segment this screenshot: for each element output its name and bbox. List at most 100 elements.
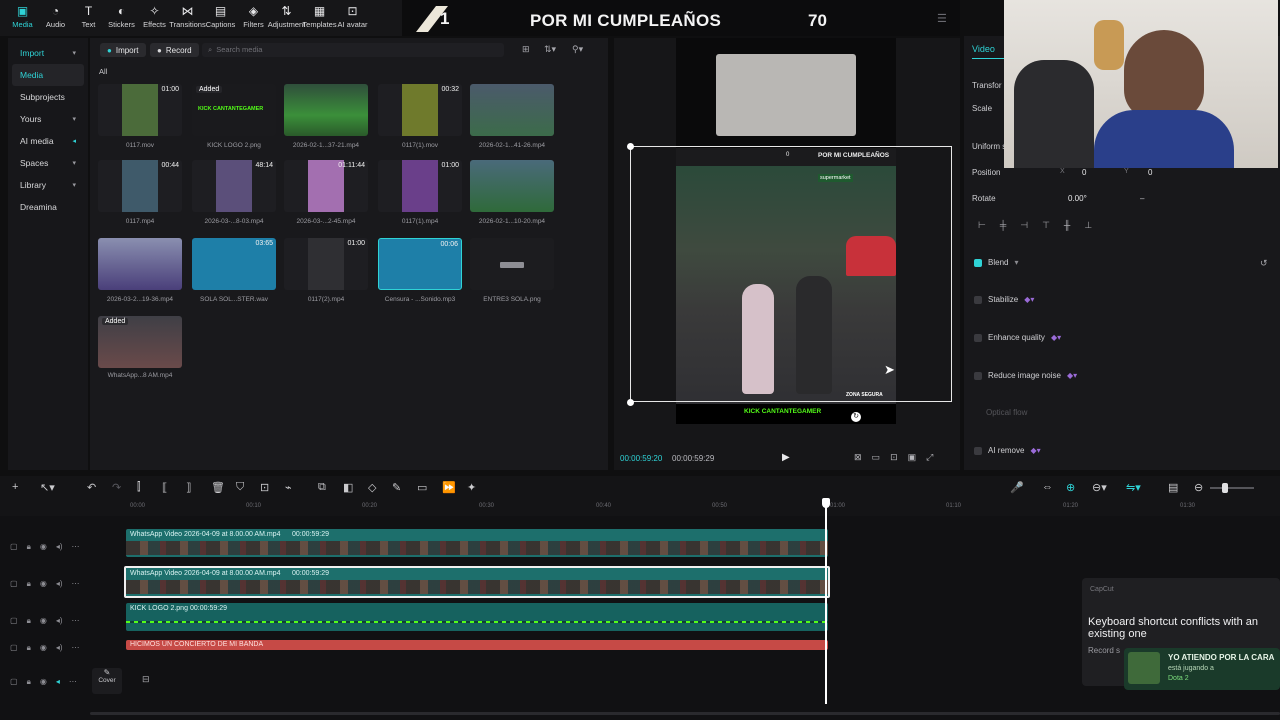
filter-all[interactable]: All bbox=[99, 67, 107, 76]
zoom-slider-handle[interactable] bbox=[1222, 483, 1228, 493]
discord-notification[interactable]: YO ATIENDO POR LA CARA está jugando a Do… bbox=[1124, 648, 1280, 690]
rotate-reset[interactable]: – bbox=[1140, 194, 1144, 203]
media-thumb[interactable]: Added bbox=[98, 316, 182, 368]
ratio-icon[interactable]: ▭ bbox=[872, 452, 881, 463]
split-right-icon[interactable]: ⟧ bbox=[186, 481, 191, 494]
tool-text[interactable]: T Text bbox=[72, 0, 105, 34]
selection-box[interactable] bbox=[630, 146, 952, 402]
crop-icon[interactable]: ⊡ bbox=[890, 452, 898, 463]
nav-library[interactable]: Library ▾ bbox=[12, 174, 84, 196]
lock-icon[interactable]: 🔒︎ bbox=[27, 643, 31, 653]
snap-icon[interactable]: ⊖▾ bbox=[1092, 481, 1107, 494]
speed-icon[interactable]: ⏩ bbox=[442, 481, 456, 494]
nav-dreamina[interactable]: Dreamina bbox=[12, 196, 84, 218]
search-input[interactable]: ⌕ Search media bbox=[202, 43, 504, 57]
keyframe-icon[interactable]: ◇ bbox=[368, 481, 376, 494]
zoom-slider[interactable] bbox=[1210, 487, 1254, 489]
tab-video[interactable]: Video bbox=[972, 44, 995, 54]
selected-video-clip[interactable]: WhatsApp Video 2026-04-09 at 8.00.00 AM.… bbox=[124, 566, 830, 598]
crop-icon[interactable]: ⊡ bbox=[260, 481, 269, 494]
video-clip[interactable]: WhatsApp Video 2026-04-09 at 8.00.00 AM.… bbox=[126, 529, 828, 557]
nav-import[interactable]: Import ▾ bbox=[12, 42, 84, 64]
text-to-speech-icon[interactable]: ▭ bbox=[417, 481, 427, 494]
text-clip[interactable]: HICIMOS UN CONCIERTO DE MI BANDA bbox=[126, 640, 828, 650]
undo-icon[interactable]: ↶ bbox=[87, 481, 96, 494]
ai-icon[interactable]: ✦ bbox=[467, 481, 476, 494]
magic-icon[interactable]: ✎ bbox=[392, 481, 401, 494]
sort-icon[interactable]: ⇅▾ bbox=[544, 44, 556, 55]
media-thumb[interactable] bbox=[470, 160, 554, 212]
media-thumb[interactable]: 00:06 bbox=[378, 238, 462, 290]
nav-subprojects[interactable]: Subprojects bbox=[12, 86, 84, 108]
play-icon[interactable]: ▶ bbox=[782, 452, 790, 463]
align-center-icon[interactable]: ╪ bbox=[1000, 220, 1006, 231]
align-middle-icon[interactable]: ╫ bbox=[1064, 220, 1070, 231]
media-thumb[interactable] bbox=[470, 238, 554, 290]
nav-media[interactable]: Media bbox=[12, 64, 84, 86]
more-icon[interactable]: ⋯ bbox=[69, 677, 77, 687]
tool-transitions[interactable]: ⋈ Transitions bbox=[169, 0, 205, 34]
filter-icon[interactable]: ⚲▾ bbox=[572, 44, 583, 55]
playhead-handle[interactable] bbox=[822, 498, 830, 508]
align-right-icon[interactable]: ⊣ bbox=[1020, 220, 1028, 231]
menu-icon[interactable]: ☰ bbox=[937, 12, 947, 25]
image-clip[interactable]: KICK LOGO 2.png 00:00:59:29 bbox=[126, 603, 828, 631]
audio-icon[interactable]: ◂) bbox=[56, 579, 63, 589]
magnet-icon[interactable]: ⊕ bbox=[1066, 481, 1075, 494]
media-thumb[interactable]: 48:14 bbox=[192, 160, 276, 212]
reset-icon[interactable]: ↺ bbox=[1260, 258, 1268, 269]
mic-icon[interactable]: 🎤 bbox=[1010, 481, 1024, 494]
media-thumb[interactable] bbox=[470, 84, 554, 136]
freeze-icon[interactable]: ⌁ bbox=[285, 481, 292, 494]
tool-templates[interactable]: ▦ Templates bbox=[302, 0, 336, 34]
tool-adjustment[interactable]: ⇅ Adjustment bbox=[268, 0, 306, 34]
eye-icon[interactable]: ◉ bbox=[40, 616, 47, 626]
tool-filters[interactable]: ◈ Filters bbox=[237, 0, 270, 34]
import-button[interactable]: ● Import bbox=[100, 43, 146, 57]
zoom-out-icon[interactable]: ⊖ bbox=[1194, 481, 1203, 494]
media-thumb[interactable]: Added KICK CANTANTEGAMER bbox=[192, 84, 276, 136]
replace-icon[interactable]: ⧉ bbox=[318, 481, 326, 494]
lock-icon[interactable]: 🔒︎ bbox=[27, 579, 31, 589]
more-icon[interactable]: ⋯ bbox=[72, 643, 80, 653]
more-icon[interactable]: ⋯ bbox=[72, 579, 80, 589]
audio-icon[interactable]: ◂) bbox=[56, 542, 63, 552]
link-icon[interactable]: ⇔ bbox=[1042, 481, 1053, 493]
tool-media[interactable]: ▣ Media bbox=[6, 0, 39, 34]
audio-icon[interactable]: ◂) bbox=[56, 643, 63, 653]
redo-icon[interactable]: ↷ bbox=[112, 481, 121, 494]
audio-icon[interactable]: ◂) bbox=[56, 616, 63, 626]
enhance-checkbox[interactable] bbox=[974, 333, 982, 342]
nav-spaces[interactable]: Spaces ▾ bbox=[12, 152, 84, 174]
quality-icon[interactable]: ▣ bbox=[908, 452, 917, 463]
enhance-row[interactable]: Enhance quality ◆▾ bbox=[974, 333, 1061, 342]
preview-axis-icon[interactable]: ⇋▾ bbox=[1126, 481, 1141, 494]
rotate-input[interactable]: 0.00° bbox=[1068, 194, 1087, 203]
delete-icon[interactable]: 🗑 bbox=[211, 481, 225, 494]
more-icon[interactable]: ⋯ bbox=[72, 616, 80, 626]
stabilize-checkbox[interactable] bbox=[974, 295, 982, 304]
blend-row[interactable]: Blend ▾ bbox=[974, 258, 1018, 267]
eye-icon[interactable]: ◉ bbox=[40, 643, 47, 653]
blend-checkbox[interactable] bbox=[974, 258, 982, 267]
resize-handle[interactable] bbox=[627, 399, 634, 406]
media-thumb[interactable]: 00:44 bbox=[98, 160, 182, 212]
tool-stickers[interactable]: ◐ Stickers bbox=[105, 0, 138, 34]
lock-icon[interactable]: 🔒︎ bbox=[27, 542, 31, 552]
align-top-icon[interactable]: ⊤ bbox=[1042, 220, 1050, 231]
ai-remove-checkbox[interactable] bbox=[974, 446, 982, 455]
timeline-scrollbar[interactable] bbox=[90, 712, 1280, 715]
fit-icon[interactable]: ⊠ bbox=[854, 452, 862, 463]
media-thumb[interactable]: 03:65 bbox=[192, 238, 276, 290]
subtitle-icon[interactable]: ▤ bbox=[1168, 481, 1178, 494]
media-thumb[interactable] bbox=[98, 238, 182, 290]
media-thumb[interactable] bbox=[284, 84, 368, 136]
audio-icon[interactable]: ◂ bbox=[56, 677, 60, 687]
record-button[interactable]: ● Record bbox=[150, 43, 199, 57]
nav-ai-media[interactable]: AI media ◂ bbox=[12, 130, 84, 152]
split-icon[interactable]: ⫿ bbox=[137, 481, 141, 494]
media-thumb[interactable]: 01:11:44 bbox=[284, 160, 368, 212]
align-left-icon[interactable]: ⊢ bbox=[978, 220, 986, 231]
reduce-noise-row[interactable]: Reduce image noise ◆▾ bbox=[974, 371, 1077, 380]
more-icon[interactable]: ⋯ bbox=[72, 542, 80, 552]
